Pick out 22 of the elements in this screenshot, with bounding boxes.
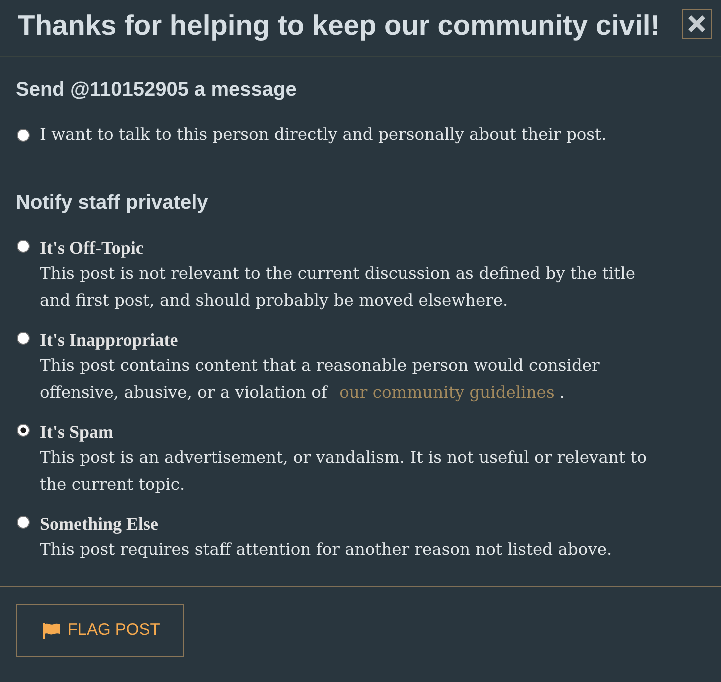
option-description: This post is not relevant to the current discussion as defined by the title and first post, and should probably be moved elsewhere.: [40, 263, 636, 312]
guidelines-link[interactable]: our community guidelines: [340, 382, 555, 402]
flag-icon: [42, 622, 60, 638]
option-title[interactable]: It's Spam: [40, 419, 114, 445]
option-label[interactable]: I want to talk to this person directly and personally about their post.: [40, 122, 607, 148]
dialog-title: Thanks for helping to keep our community civil!: [18, 9, 660, 40]
radio-button[interactable]: [17, 240, 30, 253]
radio-button[interactable]: [17, 516, 30, 529]
option-description: This post requires staff attention for another reason not listed above.: [40, 539, 614, 561]
option-title[interactable]: It's Off-Topic: [40, 235, 144, 261]
section-heading: Notify staff privately: [16, 191, 210, 215]
radio-button[interactable]: [17, 129, 30, 142]
section-heading: Send @110152905 a message: [16, 78, 298, 102]
close-icon: [687, 14, 707, 34]
radio-button[interactable]: [17, 424, 30, 437]
option-title[interactable]: It's Inappropriate: [40, 327, 178, 353]
option-description: This post is an advertisement, or vandalism. It is not useful or relevant to the current topic.: [40, 447, 648, 496]
radio-button[interactable]: [17, 332, 30, 345]
flag-post-button[interactable]: FLAG POST: [16, 604, 184, 657]
option-description: This post contains content that a reasonable person would consider offensive, abusive, or a violation of our community guidelines .: [40, 355, 601, 404]
close-button[interactable]: [682, 9, 712, 39]
option-title[interactable]: Something Else: [40, 511, 159, 537]
